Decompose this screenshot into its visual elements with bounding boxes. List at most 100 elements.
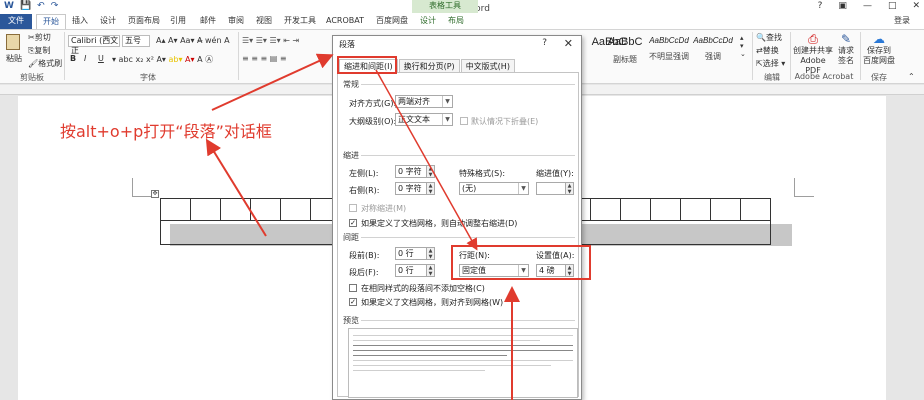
spin-arrows-icon[interactable]: ▲ ▼ [565,182,574,195]
section-spacing: 间距 [343,233,359,242]
tab-view[interactable]: 视图 [256,14,272,29]
collapsed-checkbox[interactable] [460,117,468,125]
indent-by-label: 缩进值(Y): [536,169,574,178]
section-divider [361,84,575,85]
find-button[interactable]: 🔍查找 [756,32,782,43]
highlight-box-indents-tab [337,56,397,74]
table-cell[interactable] [590,198,621,221]
outline-level-label: 大纲级别(O): [349,117,397,126]
help-icon[interactable]: ? [818,1,823,11]
font-name-select[interactable]: Calibri (西文正 [68,35,120,55]
spin-arrows-icon[interactable]: ▲ ▼ [426,182,435,195]
tab-review[interactable]: 审阅 [228,14,244,29]
space-after-label: 段后(F): [349,268,379,277]
copy-button[interactable]: ⎘复制 [28,45,50,56]
spin-arrows-icon[interactable]: ▲ ▼ [426,247,435,260]
tab-mailings[interactable]: 邮件 [200,14,216,29]
tab-home[interactable]: 开始 [36,14,66,29]
special-indent-select[interactable]: (无) ▼ [459,182,529,195]
alignment-select[interactable]: 两端对齐 ▼ [395,95,453,108]
table-cell[interactable] [250,198,281,221]
table-cell[interactable] [220,198,251,221]
indent-right-label: 右侧(R): [349,186,380,195]
italic-button[interactable]: I [84,54,86,63]
dialog-help-button[interactable]: ? [542,38,547,48]
dialog-title: 段落 [339,40,355,49]
style-card-emphasis[interactable]: AaBbCcDd 强调 [684,33,742,69]
paragraph-align-icons[interactable]: ≡ ≡ ≡ ▤ ≡ [242,54,287,63]
section-preview: 预览 [343,316,359,325]
no-space-same-style-label: 在相同样式的段落间不添加空格(C) [361,284,485,293]
auto-adjust-indent-checkbox[interactable]: ✓ [349,219,357,227]
close-button[interactable]: ✕ [912,1,920,11]
tab-line-page-breaks[interactable]: 换行和分页(P) [398,59,460,72]
ribbon-display-icon[interactable]: ▣ [838,1,847,11]
spin-arrows-icon[interactable]: ▲ ▼ [426,264,435,277]
section-general: 常规 [343,80,359,89]
indent-right-input[interactable]: 0 字符 ▲ ▼ [395,182,435,195]
cut-button[interactable]: ✂剪切 [28,32,51,43]
snap-to-grid-checkbox[interactable]: ✓ [349,298,357,306]
minimize-button[interactable]: — [863,1,872,11]
tab-design[interactable]: 设计 [100,14,116,29]
margin-guide [132,196,152,197]
maximize-button[interactable]: □ [888,1,897,11]
font-format-icons[interactable]: ▾ abc x₂ x² A▾ ab▾ A▾ A Ⓐ [112,54,213,65]
preview-line [353,345,573,346]
tab-insert[interactable]: 插入 [72,14,88,29]
indent-by-input[interactable]: ▲ ▼ [536,182,574,195]
table-cell[interactable] [710,198,741,221]
tab-developer[interactable]: 开发工具 [284,14,316,29]
auto-adjust-indent-label: 如果定义了文档网格，则自动调整右缩进(D) [361,219,518,228]
snap-to-grid-label: 如果定义了文档网格，则对齐到网格(W) [361,298,504,307]
select-button[interactable]: ⇱选择 ▾ [756,58,785,69]
bold-button[interactable]: B [70,54,76,63]
login-link[interactable]: 登录 [894,15,910,26]
paste-icon[interactable] [6,34,20,50]
table-cell[interactable] [680,198,711,221]
brush-icon: 🖌 [28,59,39,68]
tab-acrobat[interactable]: ACROBAT [326,14,364,29]
tab-table-design[interactable]: 设计 [420,14,436,29]
tab-file[interactable]: 文件 [0,14,32,29]
space-before-input[interactable]: 0 行 ▲ ▼ [395,247,435,260]
tab-references[interactable]: 引用 [170,14,186,29]
table-cell[interactable] [650,198,681,221]
table-cell[interactable] [280,198,311,221]
table-cell[interactable] [620,198,651,221]
preview-line [353,355,507,356]
table-cell[interactable] [740,198,771,221]
underline-button[interactable]: U [98,54,104,63]
tab-table-layout[interactable]: 布局 [448,14,464,29]
request-sign-button[interactable]: ✎ 请求 签名 [834,33,858,66]
tab-page-layout[interactable]: 页面布局 [128,14,160,29]
no-space-same-style-checkbox[interactable] [349,284,357,292]
save-to-baidu-button[interactable]: ☁ 保存到 百度网盘 [862,33,896,66]
outline-level-select[interactable]: 正文文本 ▼ [395,113,453,126]
paragraph-list-icons[interactable]: ☰▾ ☰▾ ☰▾ ⇤ ⇥ [242,36,299,45]
spin-arrows-icon[interactable]: ▲ ▼ [426,165,435,178]
chevron-down-icon: ▼ [518,183,528,194]
indent-left-input[interactable]: 0 字符 ▲ ▼ [395,165,435,178]
table-cell[interactable] [160,198,191,221]
annotation-text: 按alt+o+p打开“段落”对话框 [60,122,272,141]
font-size-select[interactable]: 五号 [122,35,150,47]
tab-asian-typography[interactable]: 中文版式(H) [460,59,515,72]
create-pdf-button[interactable]: ⎙ 创建并共享 Adobe PDF [792,33,834,76]
collapse-ribbon-icon[interactable]: ⌃ [908,72,915,81]
styles-scroll-icon[interactable]: ▴ ▾ ⌄ [740,34,746,58]
tab-baidu[interactable]: 百度网盘 [376,14,408,29]
save-group-label: 保存 [871,73,887,82]
grow-font-icon[interactable]: A▴ A▾ Aa▾ A̶ wén A [156,36,230,45]
dialog-close-button[interactable]: ✕ [564,37,573,50]
table-move-handle-icon[interactable]: ✥ [151,190,159,198]
mirror-indent-checkbox[interactable] [349,204,357,212]
replace-button[interactable]: ⇄替换 [756,45,779,56]
highlight-box-line-spacing [451,245,591,280]
preview-line [353,340,540,341]
paragraph-preview [348,328,578,398]
paste-button-label[interactable]: 粘贴 [6,53,22,64]
space-after-input[interactable]: 0 行 ▲ ▼ [395,264,435,277]
table-cell[interactable] [190,198,221,221]
format-painter-button[interactable]: 🖌格式刷 [28,58,62,69]
